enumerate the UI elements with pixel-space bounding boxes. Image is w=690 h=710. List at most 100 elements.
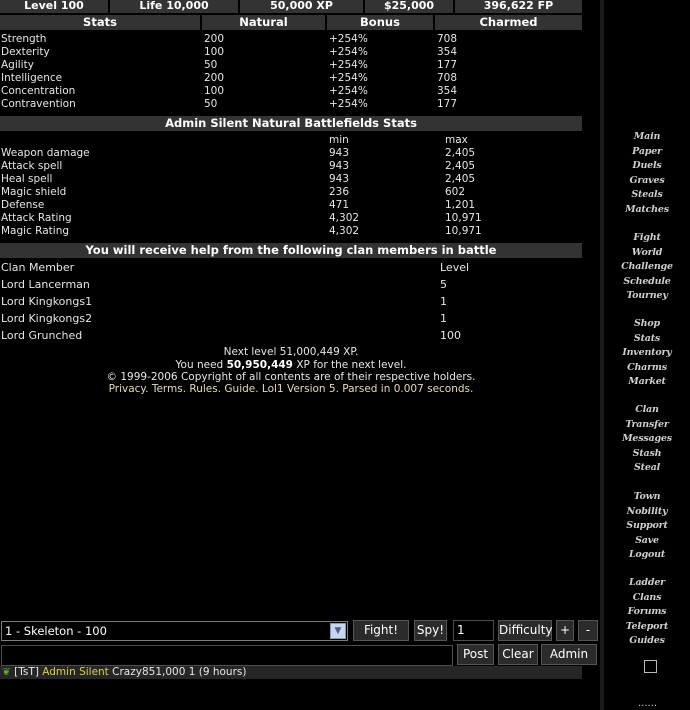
battlefield-row: Weapon damage 943 2,405 <box>0 147 582 160</box>
nav-forums[interactable]: Forums <box>604 605 690 620</box>
nav-matches[interactable]: Matches <box>604 203 690 218</box>
battlefield-max: 2,405 <box>445 173 476 185</box>
clan-member-row: Lord Kingkongs2 1 <box>0 311 582 327</box>
minus-button[interactable]: - <box>578 620 598 641</box>
clan-member-name: Lord Kingkongs1 <box>1 295 93 308</box>
admin-button[interactable]: Admin <box>541 644 597 665</box>
stat-row: Strength 200 +254% 708 <box>0 33 582 46</box>
battlefield-stat-name: Magic Rating <box>1 225 70 237</box>
xp-needed-amount: 50,950,449 <box>226 359 293 371</box>
xp-stat: 50,000 XP <box>240 0 365 13</box>
battlefield-stat-name: Defense <box>1 199 45 211</box>
chat-input[interactable] <box>1 645 453 666</box>
battlefield-row: Heal spell 943 2,405 <box>0 173 582 186</box>
clan-member-name: Lord Kingkongs2 <box>1 312 93 325</box>
natural-col-header: Natural <box>202 15 327 30</box>
xp-needed-suffix: XP for the next level. <box>296 359 407 371</box>
clan-member-row: Lord Kingkongs1 1 <box>0 294 582 310</box>
copyright-text: © 1999-2006 Copyright of all contents ar… <box>106 371 476 383</box>
nav-teleport[interactable]: Teleport <box>604 620 690 635</box>
nav-nobility[interactable]: Nobility <box>604 505 690 520</box>
stat-row: Contravention 50 +254% 177 <box>0 98 582 111</box>
battlefield-row: Defense 471 1,201 <box>0 199 582 212</box>
chat-clan-tag: [TsT] <box>14 666 39 678</box>
battlefield-row: Magic Rating 4,302 10,971 <box>0 225 582 238</box>
nav-market[interactable]: Market <box>604 375 690 390</box>
chevron-down-icon[interactable]: ▼ <box>330 623 346 639</box>
nav-world[interactable]: World <box>604 246 690 261</box>
nav-shop[interactable]: Shop <box>604 317 690 332</box>
nav-fight[interactable]: Fight <box>604 231 690 246</box>
max-label: max <box>445 134 468 146</box>
nav-messages[interactable]: Messages <box>604 432 690 447</box>
stat-bonus: +254% <box>329 46 368 58</box>
nav-steal[interactable]: Steal <box>604 461 690 476</box>
fight-button[interactable]: Fight! <box>353 620 409 641</box>
battlefield-stat-name: Weapon damage <box>1 147 90 159</box>
nav-guides[interactable]: Guides <box>604 634 690 649</box>
top-stats-bar: Level 100 Life 10,000 50,000 XP $25,000 … <box>0 0 582 13</box>
post-button[interactable]: Post <box>457 644 494 665</box>
difficulty-button[interactable]: Difficulty <box>498 620 553 641</box>
nav-steals[interactable]: Steals <box>604 188 690 203</box>
monster-select-value: 1 - Skeleton - 100 <box>5 624 107 638</box>
clan-member-name: Lord Grunched <box>1 329 83 342</box>
stat-bonus: +254% <box>329 33 368 45</box>
nav-support[interactable]: Support <box>604 519 690 534</box>
nav-transfer[interactable]: Transfer <box>604 418 690 433</box>
battlefield-stat-name: Magic shield <box>1 186 67 198</box>
battlefield-min: 943 <box>329 173 350 185</box>
clan-help-title: You will receive help from the following… <box>0 243 582 258</box>
stat-row: Intelligence 200 +254% 708 <box>0 72 582 85</box>
sidebar-checkbox[interactable] <box>644 660 657 673</box>
plus-button[interactable]: + <box>556 620 574 641</box>
sidebar: Main Paper Duels Graves Steals Matches F… <box>604 0 690 710</box>
nav-duels[interactable]: Duels <box>604 159 690 174</box>
battlefield-max: 2,405 <box>445 147 476 159</box>
nav-save[interactable]: Save <box>604 534 690 549</box>
battlefield-row: Attack spell 943 2,405 <box>0 160 582 173</box>
clan-member-level: 1 <box>440 295 447 308</box>
nav-schedule[interactable]: Schedule <box>604 275 690 290</box>
stats-header: Stats Natural Bonus Charmed <box>0 15 582 30</box>
footer-links[interactable]: Privacy. Terms. Rules. Guide. Lol1 Versi… <box>0 383 582 396</box>
stat-name: Contravention <box>1 98 76 110</box>
stat-natural: 100 <box>204 85 225 97</box>
stat-natural: 200 <box>204 72 225 84</box>
battlefield-stat-name: Attack Rating <box>1 212 72 224</box>
stat-charmed: 177 <box>437 98 458 110</box>
chat-message: ❦ [TsT] Admin Silent Crazy851,000 1 (9 h… <box>0 666 582 679</box>
nav-stash[interactable]: Stash <box>604 447 690 462</box>
nav-stats[interactable]: Stats <box>604 332 690 347</box>
nav-paper[interactable]: Paper <box>604 145 690 160</box>
count-input[interactable]: 1 <box>453 620 494 641</box>
nav-inventory[interactable]: Inventory <box>604 346 690 361</box>
charmed-col-header: Charmed <box>479 15 538 29</box>
stat-name: Intelligence <box>1 72 63 84</box>
main-content: Level 100 Life 10,000 50,000 XP $25,000 … <box>0 0 598 710</box>
nav-tourney[interactable]: Tourney <box>604 289 690 304</box>
monster-select[interactable]: 1 - Skeleton - 100 ▼ <box>1 621 348 641</box>
nav-town[interactable]: Town <box>604 490 690 505</box>
battlefield-stat-name: Heal spell <box>1 173 53 185</box>
chat-author[interactable]: Admin Silent <box>42 666 109 678</box>
clan-member-name: Lord Lancerman <box>1 278 90 291</box>
stat-bonus: +254% <box>329 72 368 84</box>
nav-group-town: Town Nobility Support Save Logout <box>604 490 690 563</box>
stat-natural: 50 <box>204 98 218 110</box>
nav-group-ladder: Ladder Clans Forums Teleport Guides <box>604 576 690 649</box>
nav-main[interactable]: Main <box>604 130 690 145</box>
nav-clans[interactable]: Clans <box>604 591 690 606</box>
stat-name: Strength <box>1 33 47 45</box>
nav-challenge[interactable]: Challenge <box>604 260 690 275</box>
nav-group-clan: Clan Transfer Messages Stash Steal <box>604 403 690 476</box>
clear-button[interactable]: Clear <box>498 644 538 665</box>
nav-group-shop: Shop Stats Inventory Charms Market <box>604 317 690 390</box>
nav-clan[interactable]: Clan <box>604 403 690 418</box>
spy-button[interactable]: Spy! <box>414 620 447 641</box>
nav-charms[interactable]: Charms <box>604 361 690 376</box>
nav-ladder[interactable]: Ladder <box>604 576 690 591</box>
nav-logout[interactable]: Logout <box>604 548 690 563</box>
nav-graves[interactable]: Graves <box>604 174 690 189</box>
stat-name: Agility <box>1 59 34 71</box>
